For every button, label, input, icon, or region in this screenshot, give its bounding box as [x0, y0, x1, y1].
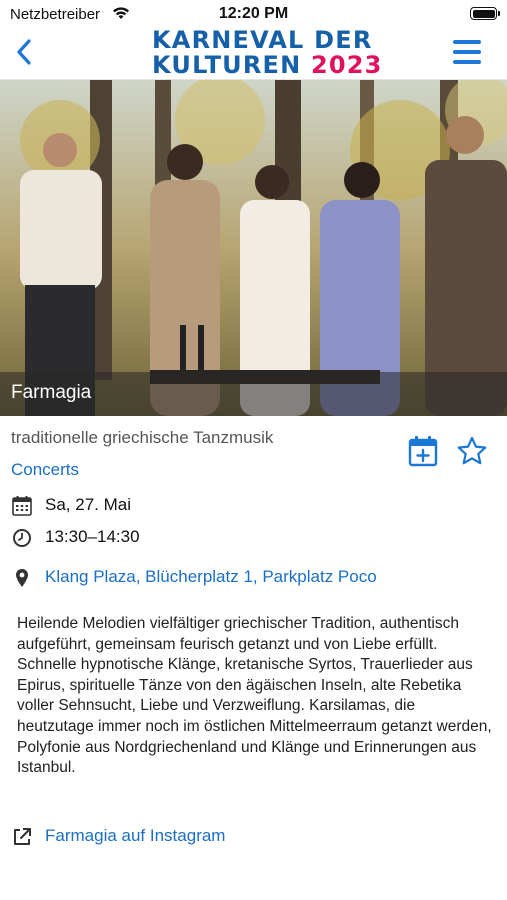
calendar-add-icon[interactable]: [408, 435, 438, 467]
calendar-icon: [12, 496, 32, 516]
event-category-link[interactable]: Concerts: [11, 460, 79, 480]
clock-icon: [13, 529, 31, 547]
logo-kulturen: KULTUREN: [152, 51, 302, 79]
event-hero-image: Farmagia: [0, 80, 507, 416]
event-title: Farmagia: [11, 382, 92, 403]
hero-photo: [0, 80, 507, 416]
event-date-row: Sa, 27. Mai: [11, 492, 491, 518]
event-date: Sa, 27. Mai: [45, 495, 131, 514]
clock: 12:20 PM: [218, 5, 289, 22]
logo-line-1: KARNEVAL DER: [152, 26, 373, 54]
battery-icon: [470, 7, 500, 20]
event-time: 13:30–14:30: [45, 527, 140, 546]
logo-year: 2023: [310, 51, 383, 79]
event-location-link[interactable]: Klang Plaza, Blücherplatz 1, Parkplatz P…: [45, 567, 377, 587]
app-logo: KARNEVAL DER KULTUREN 2023: [152, 26, 381, 79]
event-location-row[interactable]: Klang Plaza, Blücherplatz 1, Parkplatz P…: [11, 564, 491, 590]
instagram-link-row[interactable]: Farmagia auf Instagram: [11, 824, 491, 850]
hamburger-menu-icon[interactable]: [453, 40, 481, 64]
logo-line-2: KULTUREN 2023: [152, 51, 381, 79]
external-link-icon: [14, 828, 31, 845]
status-bar: Netzbetreiber 12:20 PM: [0, 0, 507, 28]
map-pin-icon: [16, 569, 28, 587]
hero-caption: Farmagia: [0, 372, 507, 416]
instagram-link[interactable]: Farmagia auf Instagram: [45, 826, 225, 846]
navigation-bar: KARNEVAL DER KULTUREN 2023: [0, 28, 507, 80]
event-description: Heilende Melodien vielfältiger griechisc…: [17, 615, 492, 777]
back-button[interactable]: [12, 38, 38, 66]
event-subtitle: traditionelle griechische Tanzmusik: [11, 428, 274, 447]
star-outline-icon[interactable]: [456, 436, 488, 466]
event-time-row: 13:30–14:30: [11, 524, 491, 550]
